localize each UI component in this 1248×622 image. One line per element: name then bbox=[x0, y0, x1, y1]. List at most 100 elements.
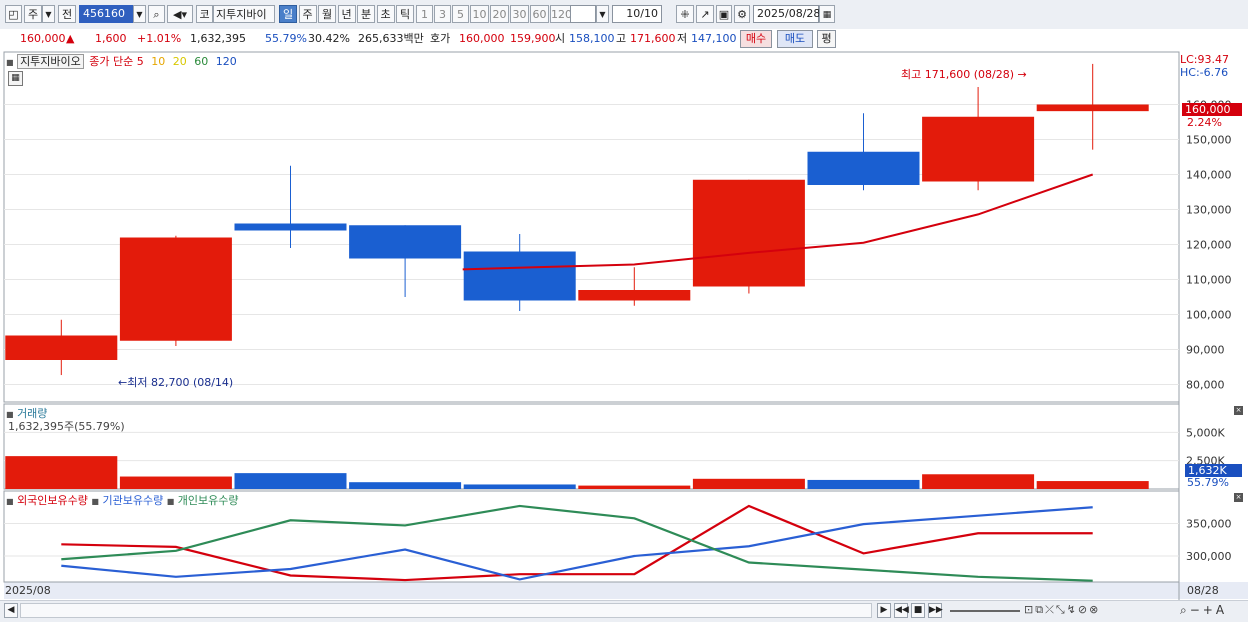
volume-current-pct: 55.79% bbox=[1187, 476, 1229, 489]
ma-legend-60[interactable]: 60 bbox=[194, 55, 208, 68]
scroll-left-icon[interactable]: ◀ bbox=[4, 603, 18, 618]
stop-icon[interactable]: ■ bbox=[911, 603, 925, 618]
candle-body bbox=[807, 151, 920, 185]
interval-tab-60[interactable]: 60 bbox=[530, 5, 549, 23]
draw-tool-icon[interactable]: ↗ bbox=[696, 5, 714, 23]
lc-label: LC:93.47 bbox=[1180, 53, 1230, 66]
price-change: 1,600 bbox=[95, 32, 127, 45]
save-icon[interactable]: ▣ bbox=[716, 5, 732, 23]
interval-tab-120[interactable]: 120 bbox=[550, 5, 572, 23]
sell-button[interactable]: 매도 bbox=[777, 30, 813, 48]
period-tab-4[interactable]: 분 bbox=[357, 5, 375, 23]
rewind-icon[interactable]: ◀◀ bbox=[894, 603, 909, 618]
high-label: 고 bbox=[616, 32, 627, 45]
open-price: 158,100 bbox=[569, 32, 615, 45]
price-tick-label: 80,000 bbox=[1186, 379, 1225, 392]
ma-legend-120[interactable]: 120 bbox=[216, 55, 237, 68]
right-arrow-icon: → bbox=[1017, 68, 1027, 81]
calendar-icon[interactable]: ▦ bbox=[819, 5, 835, 23]
volume-bar bbox=[1036, 481, 1149, 489]
candle-body bbox=[119, 237, 232, 341]
volume-ratio: 55.79% bbox=[265, 32, 307, 45]
candle-body bbox=[692, 179, 805, 287]
panel-close-icon[interactable]: × bbox=[1234, 493, 1243, 502]
zoom-controls-icon[interactable]: ⌕−+A bbox=[1180, 603, 1227, 618]
price-tick-label: 120,000 bbox=[1186, 239, 1232, 252]
interval-tab-30[interactable]: 30 bbox=[510, 5, 529, 23]
holdings-legend: ■ 외국인보유수량 ■ 기관보유수량 ■ 개인보유수량 bbox=[6, 494, 239, 507]
scroll-bar: ◀ ▶ ◀◀ ■ ▶▶ ⊡⧉⤫⤡↯⊘⊗ ⌕−+A bbox=[0, 600, 1248, 622]
low-label: 저 bbox=[677, 32, 688, 45]
stock-label[interactable]: 지투지바이오 bbox=[17, 54, 84, 69]
panel-close-icon[interactable]: × bbox=[1234, 406, 1243, 415]
legend-individual[interactable]: 개인보유수량 bbox=[178, 494, 239, 507]
interval-dropdown-icon[interactable]: ▼ bbox=[596, 5, 609, 23]
price-change-pct: +1.01% bbox=[137, 32, 182, 45]
period-tab-1[interactable]: 주 bbox=[298, 5, 317, 23]
table-icon[interactable]: ▦ bbox=[8, 71, 23, 86]
search-icon[interactable]: ⌕ bbox=[148, 5, 165, 23]
current-price-tag: 160,000 bbox=[1182, 103, 1242, 116]
ma-legend-10[interactable]: 10 bbox=[151, 55, 165, 68]
candle-body bbox=[922, 116, 1035, 182]
type-dropdown-icon[interactable]: ▼ bbox=[42, 5, 55, 23]
volume-value-text: 1,632,395주(55.79%) bbox=[8, 420, 125, 433]
price-tick-label: 100,000 bbox=[1186, 309, 1232, 322]
period-tab-6[interactable]: 틱 bbox=[396, 5, 414, 23]
volume-bar bbox=[119, 476, 232, 489]
volume-bar bbox=[807, 479, 920, 489]
window-icon[interactable]: ◰ bbox=[5, 5, 22, 23]
up-arrow-icon: ▲ bbox=[66, 32, 75, 45]
volume-tick-label: 5,000K bbox=[1186, 426, 1225, 439]
period-tab-5[interactable]: 초 bbox=[376, 5, 395, 23]
interval-tab-1[interactable]: 1 bbox=[416, 5, 433, 23]
count-input[interactable]: 10/10 bbox=[612, 5, 662, 23]
buy-button[interactable]: 매수 bbox=[740, 30, 772, 48]
volume-bar bbox=[922, 474, 1035, 489]
code-input[interactable]: 456160 bbox=[79, 5, 133, 23]
interval-tab-3[interactable]: 3 bbox=[434, 5, 451, 23]
period-tab-0[interactable]: 일 bbox=[279, 5, 297, 23]
left-arrow-icon: ← bbox=[118, 376, 128, 389]
fast-forward-icon[interactable]: ▶▶ bbox=[928, 603, 943, 618]
interval-tab-5[interactable]: 5 bbox=[452, 5, 469, 23]
interval-tab-20[interactable]: 20 bbox=[490, 5, 509, 23]
drawing-tools-icon[interactable]: ⊡⧉⤫⤡↯⊘⊗ bbox=[1024, 603, 1100, 617]
ma-legend-5[interactable]: 5 bbox=[137, 55, 144, 68]
interval-tab-10[interactable]: 10 bbox=[470, 5, 489, 23]
code-dropdown-icon[interactable]: ▼ bbox=[133, 5, 146, 23]
holdings-tick-label: 300,000 bbox=[1186, 550, 1232, 563]
candle-body bbox=[349, 225, 462, 259]
zoom-slider[interactable] bbox=[950, 610, 1020, 612]
price-tick-label: 110,000 bbox=[1186, 274, 1232, 287]
candle-body bbox=[463, 251, 576, 301]
volume-bar bbox=[463, 484, 576, 489]
open-label: 시 bbox=[555, 32, 566, 45]
date-input[interactable]: 2025/08/28 bbox=[753, 5, 820, 23]
speaker-icon[interactable]: ◀▾ bbox=[167, 5, 193, 23]
chart-tool-icon[interactable]: ⁜ bbox=[676, 5, 694, 23]
candle-body bbox=[234, 223, 347, 231]
x-axis-left-label: 2025/08 bbox=[5, 584, 51, 597]
type-selector[interactable]: 주 bbox=[24, 5, 42, 23]
volume-value: 1,632,395 bbox=[190, 32, 246, 45]
scroll-track[interactable] bbox=[20, 603, 872, 618]
stock-chart[interactable]: 80,000 90,000 100,000 110,000 120,000 130,000… bbox=[0, 50, 1248, 600]
scroll-right-icon[interactable]: ▶ bbox=[877, 603, 891, 618]
legend-institution[interactable]: 기관보유수량 bbox=[102, 494, 163, 507]
period-tab-2[interactable]: 월 bbox=[318, 5, 336, 23]
low-annotation: ←최저 82,700 (08/14) bbox=[118, 376, 234, 389]
period-tab-3[interactable]: 년 bbox=[337, 5, 356, 23]
interval-input[interactable] bbox=[570, 5, 596, 23]
stock-name[interactable]: 지투지바이 bbox=[213, 5, 275, 23]
candle-body bbox=[5, 335, 118, 360]
eval-button[interactable]: 평 bbox=[817, 30, 836, 48]
high-price: 171,600 bbox=[630, 32, 676, 45]
current-price-pct: 2.24% bbox=[1187, 116, 1222, 129]
turnover-pct: 30.42% bbox=[308, 32, 350, 45]
candle-body bbox=[578, 290, 691, 301]
gear-icon[interactable]: ⚙ bbox=[734, 5, 750, 23]
ma-legend-20[interactable]: 20 bbox=[173, 55, 187, 68]
legend-foreign[interactable]: 외국인보유수량 bbox=[17, 494, 88, 507]
prev-button[interactable]: 전 bbox=[58, 5, 76, 23]
